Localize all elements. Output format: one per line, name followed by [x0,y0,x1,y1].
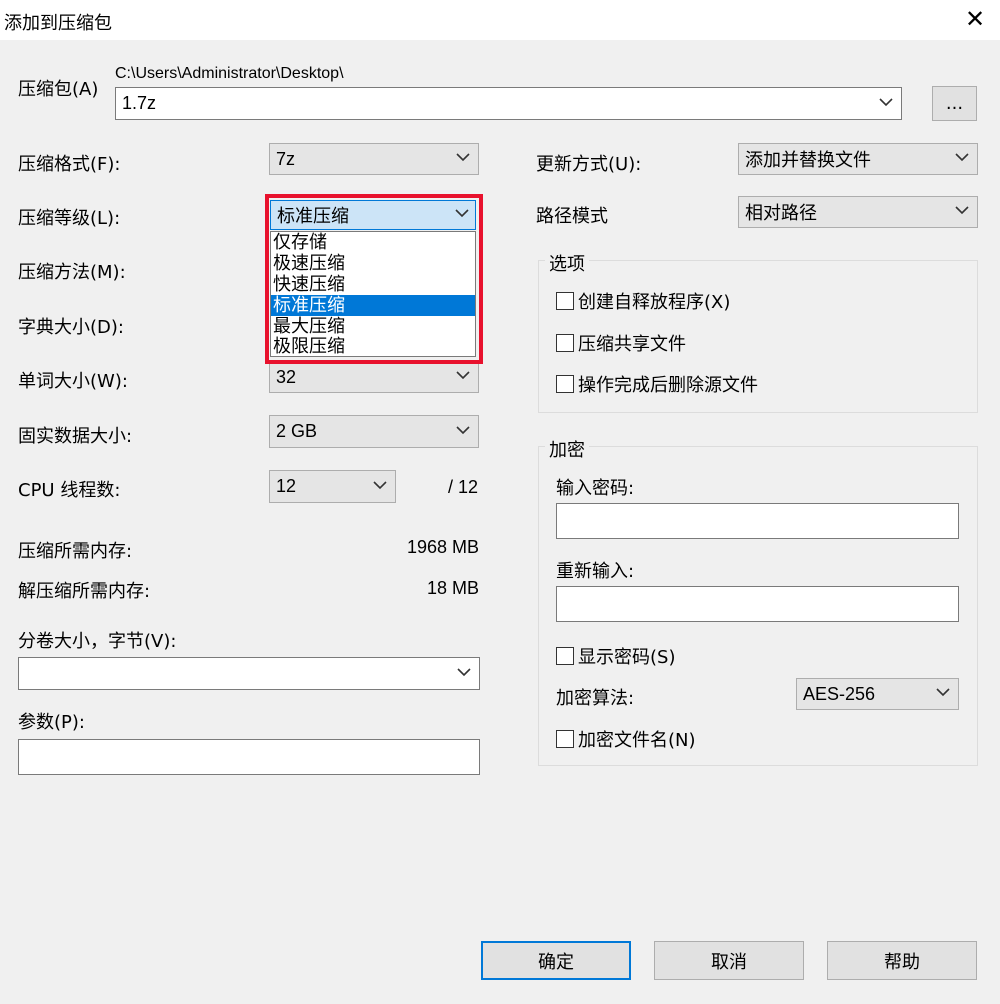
solid-label: 固实数据大小: [18,426,133,447]
ok-button[interactable]: 确定 [481,941,631,980]
dict-label: 字典大小(D): [18,317,124,338]
reenter-label: 重新输入: [556,561,635,582]
path-mode-value: 相对路径 [745,203,817,224]
solid-combo[interactable]: 2 GB [269,415,479,448]
chevron-down-icon [879,97,893,107]
chevron-down-icon [456,371,470,380]
encrypt-names-label: 加密文件名(N) [578,730,696,751]
format-value: 7z [276,148,296,169]
archive-path: C:\Users\Administrator\Desktop\ [115,65,344,82]
enc-method-label: 加密算法: [556,688,635,709]
threads-label: CPU 线程数: [18,480,121,501]
mem-comp-value: 1968 MB [406,537,479,557]
method-label: 压缩方法(M): [18,262,126,283]
chevron-down-icon [936,688,950,697]
checkbox-box [556,730,574,748]
archive-name-combo[interactable]: 1.7z [115,87,902,120]
chevron-down-icon [955,206,969,215]
browse-button[interactable]: ... [932,86,977,121]
threads-combo[interactable]: 12 [269,470,396,503]
password-input[interactable] [556,503,959,539]
path-mode-combo[interactable]: 相对路径 [738,196,978,228]
update-value: 添加并替换文件 [745,150,871,171]
cancel-button[interactable]: 取消 [654,941,804,980]
chevron-down-icon [456,425,470,435]
enc-method-value: AES-256 [803,683,876,704]
show-password-label: 显示密码(S) [578,647,676,668]
sfx-label: 创建自释放程序(X) [578,292,731,313]
mem-decomp-label: 解压缩所需内存: [18,581,151,602]
delete-after-label: 操作完成后删除源文件 [578,375,758,396]
mem-decomp-value: 18 MB [426,578,479,598]
archive-name-value: 1.7z [122,93,157,113]
options-group-title: 选项 [545,250,589,276]
help-button[interactable]: 帮助 [827,941,977,980]
solid-value: 2 GB [276,421,318,441]
checkbox-box [556,334,574,352]
level-label: 压缩等级(L): [18,208,121,229]
encryption-group-title: 加密 [545,436,589,462]
update-label: 更新方式(U): [536,154,642,175]
word-combo[interactable]: 32 [269,361,479,393]
enc-method-combo[interactable]: AES-256 [796,678,959,710]
checkbox-box [556,375,574,393]
window-title: 添加到压缩包 [4,13,112,34]
reenter-input[interactable] [556,586,959,622]
split-label: 分卷大小，字节(V): [18,631,177,652]
word-value: 32 [276,366,297,387]
show-password-checkbox[interactable]: 显示密码(S) [556,643,675,669]
format-label: 压缩格式(F): [18,154,121,175]
chevron-down-icon [955,153,969,162]
title-bar [0,0,1000,40]
threads-max: / 12 [448,477,479,497]
format-combo[interactable]: 7z [269,143,479,175]
mem-comp-label: 压缩所需内存: [18,541,133,562]
chevron-down-icon [456,153,470,162]
update-combo[interactable]: 添加并替换文件 [738,143,978,175]
close-icon[interactable]: ✕ [962,6,988,32]
path-mode-label: 路径模式 [536,206,608,227]
chevron-down-icon [457,667,471,677]
sfx-checkbox[interactable]: 创建自释放程序(X) [556,288,730,314]
checkbox-box [556,647,574,665]
params-input[interactable] [18,739,480,775]
encrypt-names-checkbox[interactable]: 加密文件名(N) [556,726,696,752]
threads-value: 12 [276,476,297,496]
delete-after-checkbox[interactable]: 操作完成后删除源文件 [556,371,758,397]
archive-label: 压缩包(A) [18,79,99,100]
chevron-down-icon [373,480,387,490]
shared-label: 压缩共享文件 [578,334,686,355]
checkbox-box [556,292,574,310]
password-label: 输入密码: [556,478,635,499]
word-label: 单词大小(W): [18,371,128,392]
highlight-box [265,194,483,364]
split-combo[interactable] [18,657,480,690]
params-label: 参数(P): [18,712,85,733]
shared-checkbox[interactable]: 压缩共享文件 [556,330,686,356]
